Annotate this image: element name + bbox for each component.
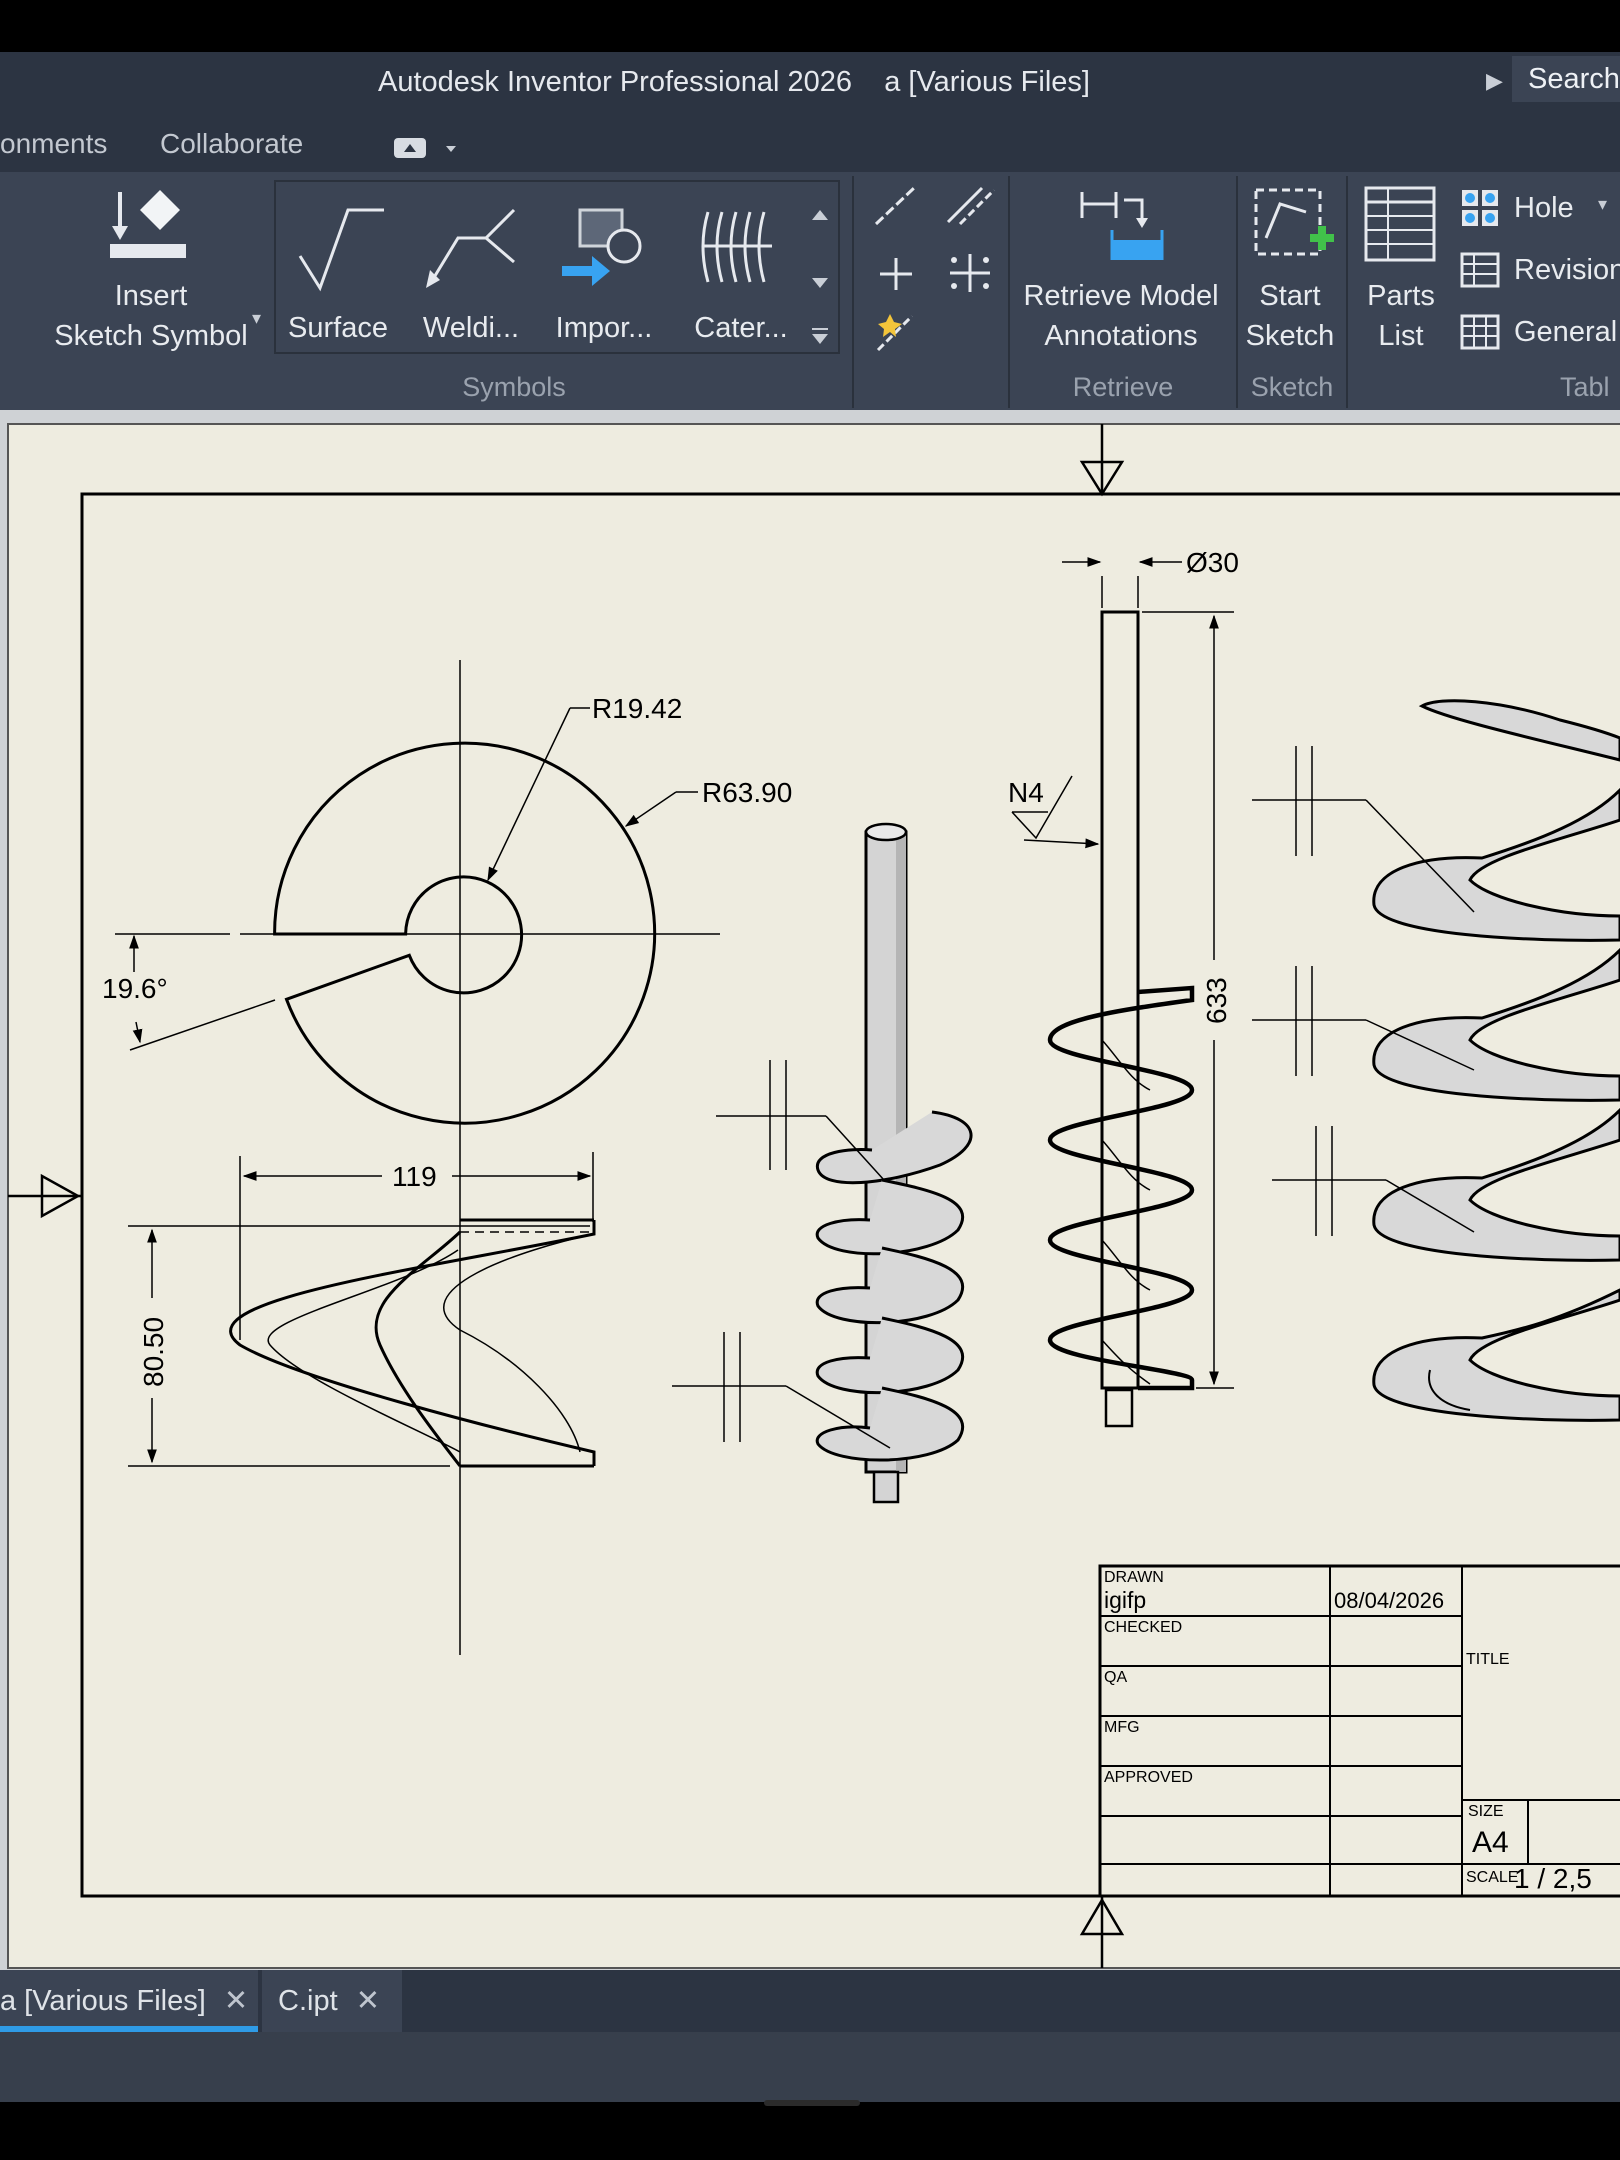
surface-finish-text[interactable]: N4 (1008, 777, 1044, 808)
mfg-label: MFG (1104, 1719, 1140, 1736)
title-label: TITLE (1466, 1651, 1510, 1668)
status-bar (0, 2032, 1620, 2102)
checked-label: CHECKED (1104, 1619, 1182, 1636)
scale-value[interactable]: 1 / 2,5 (1514, 1863, 1592, 1894)
drawn-label: DRAWN (1104, 1569, 1164, 1586)
dim-diameter-text[interactable]: Ø30 (1186, 547, 1239, 578)
drawing-sheet (7, 423, 1620, 1969)
drawn-by-value[interactable]: igifp (1104, 1587, 1146, 1613)
document-tab[interactable]: C.ipt ✕ (262, 1970, 402, 2032)
close-icon[interactable]: ✕ (356, 1985, 380, 2017)
dim-r-outer-text[interactable]: R63.90 (702, 777, 792, 808)
document-tab-active[interactable]: a [Various Files] ✕ (0, 1970, 258, 2032)
dim-width-text[interactable]: 119 (392, 1161, 437, 1192)
dim-r-inner-text[interactable]: R19.42 (592, 693, 682, 724)
document-tab-label: C.ipt (278, 1985, 338, 2017)
dim-angle-text[interactable]: 19.6° (102, 973, 168, 1004)
approved-label: APPROVED (1104, 1769, 1193, 1786)
close-icon[interactable]: ✕ (224, 1985, 248, 2017)
qa-label: QA (1104, 1669, 1127, 1686)
status-bar-handle[interactable] (764, 2100, 860, 2106)
dim-length-text[interactable]: 633 (1201, 977, 1232, 1024)
dim-height-text[interactable]: 80.50 (138, 1317, 169, 1387)
scale-label: SCALE (1466, 1869, 1518, 1886)
drawing-canvas: R19.42 R63.90 19.6° 119 80.50 Ø30 633 N4… (7, 423, 1620, 1969)
size-value[interactable]: A4 (1472, 1826, 1509, 1859)
size-label: SIZE (1468, 1803, 1504, 1820)
drawn-date-value[interactable]: 08/04/2026 (1334, 1588, 1444, 1613)
document-tab-label: a [Various Files] (0, 1985, 206, 2017)
